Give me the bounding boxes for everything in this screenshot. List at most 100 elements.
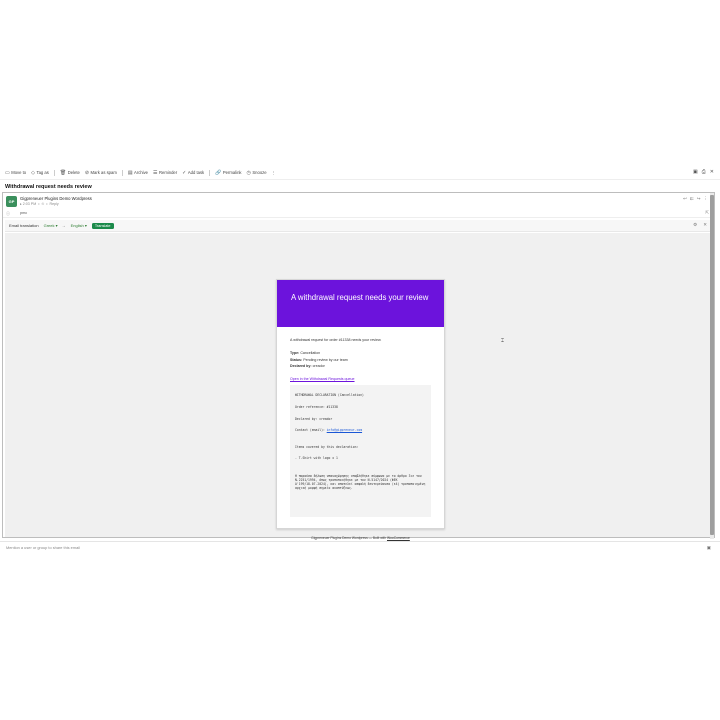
move-icon: ▭ [5,169,10,176]
divider [209,169,211,176]
reply-icon[interactable]: ↩ [683,196,687,202]
forward-icon[interactable]: ↪ [697,196,701,202]
divider [121,169,123,176]
declaration-block: WITHDRAWAL DECLARATION (Cancellation) Or… [290,385,431,518]
more-button[interactable]: ⋮ [272,170,276,175]
declared-value: creador [312,364,325,369]
close-icon[interactable]: ✕ [710,169,714,175]
email-footer: Gigpreneuer Plugins Demo Wordpress — Bui… [276,536,445,540]
status-line: Status: Pending review by our team [290,358,431,362]
spam-icon: ⊘ [84,169,90,176]
scrollbar[interactable] [710,193,714,539]
delete-label: Delete [67,170,80,175]
legal-notice: Η παρούσα δήλωση υπαναχώρησης υποβλήθηκε… [295,473,426,491]
translation-bar-actions: ⚙ ✕ [693,222,707,228]
layout-icon[interactable]: ▣ [693,169,698,175]
item-line: - T-Shirt with logo x 1 [295,456,338,461]
trash-icon: 🗑 [59,169,67,176]
scrollbar-thumb[interactable] [710,195,714,535]
recipient-row: ⓘ pmc ⇱ [3,209,714,218]
sent-time: ▸ 2:03 PM [20,202,37,206]
message-toolbar: ▭ Move to ◇ Tag as 🗑 Delete ⊘ Mark as spam ▤… [0,166,720,180]
source-language-select[interactable]: Greek ▾ [44,223,58,228]
expand-icon[interactable]: ⇱ [705,210,709,216]
tag-as-button[interactable]: ◇ Tag as [31,170,49,176]
archive-label: Archive [134,170,149,175]
footer-text: Gigpreneuer Plugins Demo Wordpress — Bui… [311,536,387,540]
order-reference: Order reference: #11338 [295,404,338,409]
snooze-icon: ◷ [246,169,251,176]
print-icon[interactable]: ⎙ [702,169,706,175]
translate-button[interactable]: Translate [91,222,114,229]
declared-line: Declared by: creador [290,364,431,368]
mark-as-spam-button[interactable]: ⊘ Mark as spam [85,170,117,176]
status-value: Pending review by our team [303,357,348,362]
reminder-label: Reminder [159,170,178,175]
meta-sep: • [38,202,40,206]
reply-all-icon[interactable]: ⇇ [690,196,694,202]
add-task-label: Add task [187,170,205,175]
delete-button[interactable]: 🗑 Delete [60,170,80,176]
reply-link[interactable]: Reply [50,202,59,206]
declared-by: Declared by: creador [295,416,333,421]
clock-icon: ⏲ [41,202,45,206]
email-card: A withdrawal request needs your review A… [276,279,445,529]
email-subject: Withdrawal request needs review [5,184,92,190]
status-label: Status: [290,357,303,362]
recipient: pmc [20,211,28,215]
more-icon: ⋮ [271,170,276,175]
contact-label: Contact (email): [295,428,327,433]
share-bar: Mention a user or group to share this em… [0,541,720,553]
permalink-label: Permalink [222,170,242,175]
items-label: Items covered by this declaration: [295,444,359,449]
archive-button[interactable]: ▤ Archive [128,170,148,176]
more-actions-icon[interactable]: ⋮ [704,196,709,202]
mark-as-spam-label: Mark as spam [90,170,117,175]
close-translation-icon[interactable]: ✕ [703,222,707,228]
move-to-button[interactable]: ▭ Move to [5,170,26,176]
target-language-value: English [70,223,84,228]
type-line: Type: Cancellation [290,351,431,355]
archive-icon: ▤ [127,169,133,176]
translation-bar: Email translation Greek ▾ → English ▾ Tr… [5,220,712,232]
snooze-label: Snooze [252,170,267,175]
email-body: A withdrawal request needs your review A… [5,233,712,540]
type-label: Type: [290,350,300,355]
toolbar-right: ▣ ⎙ ✕ [693,169,714,175]
type-value: Cancellation [300,350,321,355]
queue-link[interactable]: Open in the Withdrawal Requests queue [290,377,431,381]
target-language-select[interactable]: English ▾ [71,223,87,228]
add-task-button[interactable]: ✓ Add task [182,170,204,176]
source-language-value: Greek [43,223,55,228]
snooze-button[interactable]: ◷ Snooze [247,170,267,176]
permalink-button[interactable]: 🔗 Permalink [215,170,241,176]
tag-icon: ◇ [31,169,35,176]
reminder-button[interactable]: ☰ Reminder [153,170,177,176]
contact-email-link[interactable]: info@gigpreneur.com [327,428,362,432]
intro-text: A withdrawal request for order #11338 ne… [290,338,382,342]
reminder-icon: ☰ [153,169,158,176]
translation-label: Email translation [9,223,39,228]
link-icon: 🔗 [215,169,222,176]
arrow-right-icon: → [61,223,66,228]
email-heading: A withdrawal request needs your review [277,280,444,327]
email-frame: GP Gigpreneuer Plugins Demo Wordpress ▸ … [2,192,715,540]
sender-meta: ▸ 2:03 PM • ⏲ • Reply [20,202,59,206]
sender-name[interactable]: Gigpreneuer Plugins Demo Wordpress [20,196,92,201]
tag-as-label: Tag as [36,170,49,175]
share-input[interactable]: Mention a user or group to share this em… [6,545,80,550]
move-to-label: Move to [11,170,27,175]
contact-line: Contact (email): info@gigpreneur.com [295,428,426,432]
mail-client: ▭ Move to ◇ Tag as 🗑 Delete ⊘ Mark as spam ▤… [0,166,720,556]
sender-actions: ↩ ⇇ ↪ ⋮ [683,196,708,202]
settings-icon[interactable]: ⚙ [693,222,697,228]
footer-link[interactable]: WooCommerce [387,536,410,540]
info-icon[interactable]: ⓘ [6,211,10,217]
email-content: A withdrawal request for order #11338 ne… [277,327,444,518]
declared-label: Declared by: [290,364,312,369]
task-icon: ✓ [182,169,187,176]
divider [53,169,55,176]
avatar[interactable]: GP [6,196,17,207]
meta-sep: • [46,202,48,206]
share-icon[interactable]: ▣ [707,545,711,551]
